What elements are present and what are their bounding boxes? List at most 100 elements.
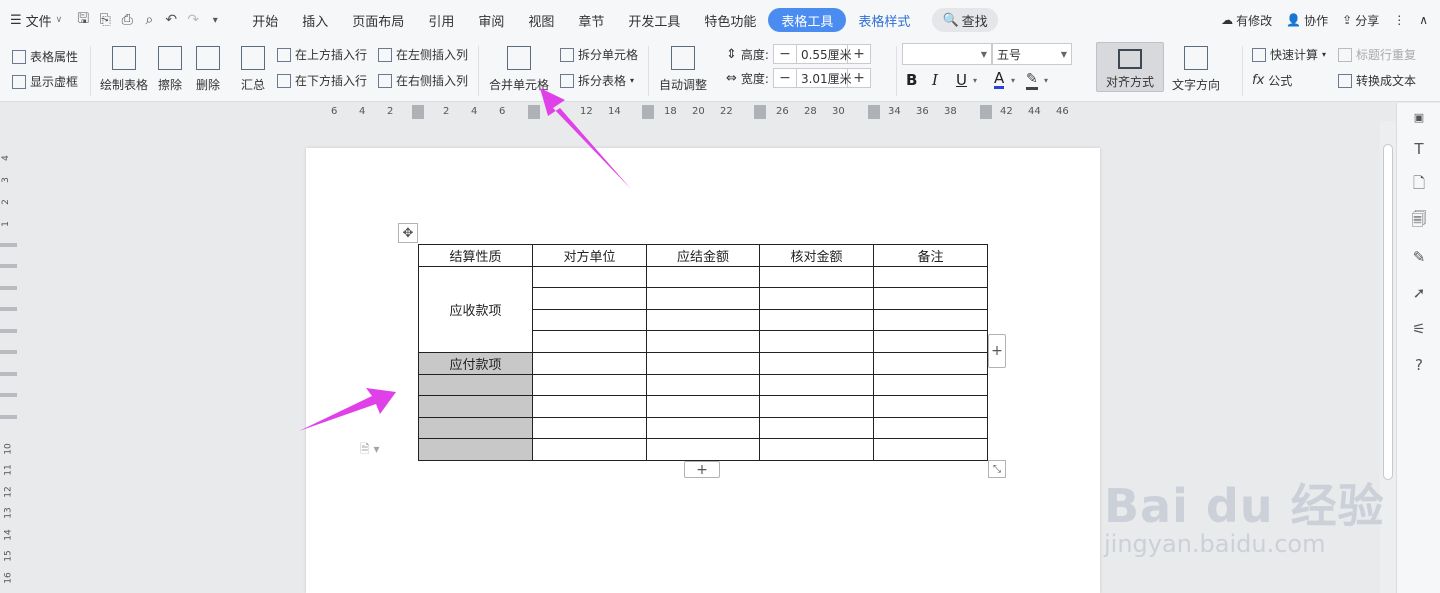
table-cell[interactable] <box>873 330 988 353</box>
header-cell[interactable]: 备注 <box>873 244 988 267</box>
settlement-table[interactable]: 结算性质 对方单位 应结金额 核对金额 备注 应收款项 应付款项 <box>418 244 988 461</box>
selected-cell[interactable] <box>418 373 533 397</box>
tab-references[interactable]: 引用 <box>416 8 466 32</box>
print-icon[interactable]: ⎙ <box>116 9 138 31</box>
ruler-column-marker[interactable] <box>868 105 880 119</box>
search-button[interactable]: 🔍 查找 <box>932 8 998 32</box>
table-cell[interactable] <box>759 395 874 418</box>
print-preview-icon[interactable]: ⌕ <box>138 9 160 31</box>
table-cell[interactable] <box>873 373 988 397</box>
table-cell[interactable] <box>532 373 647 397</box>
width-decrease-button[interactable]: − <box>774 70 796 86</box>
table-cell[interactable] <box>873 395 988 418</box>
italic-button[interactable]: I <box>932 71 938 89</box>
font-size-select[interactable]: 五号 ▼ <box>992 43 1072 65</box>
table-cell[interactable] <box>873 265 988 289</box>
split-table-button[interactable]: 拆分表格 ▾ <box>560 72 634 89</box>
font-color-dropdown-icon[interactable]: ▾ <box>1011 76 1015 85</box>
underline-button[interactable]: U <box>956 71 967 89</box>
panel-toggle-icon[interactable]: ▣ <box>1409 107 1429 127</box>
table-cell[interactable] <box>759 373 874 397</box>
erase-button[interactable]: 擦除 <box>158 44 182 93</box>
header-cell[interactable]: 对方单位 <box>532 244 647 267</box>
vertical-scrollbar-thumb[interactable] <box>1383 144 1393 480</box>
insert-col-right-button[interactable]: 在右侧插入列 <box>378 72 468 89</box>
table-cell[interactable] <box>646 438 760 461</box>
table-cell[interactable] <box>646 351 760 375</box>
draw-table-button[interactable]: 绘制表格 <box>100 44 148 93</box>
quick-access-dropdown-icon[interactable]: ▾ <box>204 9 226 31</box>
header-cell[interactable]: 应结金额 <box>646 244 760 267</box>
ruler-column-marker[interactable] <box>528 105 540 119</box>
table-cell[interactable] <box>532 351 647 375</box>
settings-sliders-icon[interactable]: ⚟ <box>1409 319 1429 339</box>
table-cell[interactable] <box>759 351 874 375</box>
document-settings-icon[interactable]: 🗐 <box>1409 210 1429 231</box>
table-cell[interactable] <box>532 265 647 289</box>
table-cell[interactable] <box>532 287 647 310</box>
split-cells-button[interactable]: 拆分单元格 <box>560 46 638 63</box>
quick-calc-button[interactable]: 快速计算 ▾ <box>1252 46 1326 63</box>
table-cell[interactable] <box>532 395 647 418</box>
table-cell[interactable] <box>646 373 760 397</box>
show-grid-button[interactable]: 显示虚框 <box>12 73 78 90</box>
table-cell[interactable] <box>646 287 760 310</box>
table-cell[interactable] <box>759 416 874 440</box>
table-move-handle-icon[interactable]: ✥ <box>398 223 418 243</box>
table-cell[interactable] <box>759 330 874 353</box>
height-stepper[interactable]: − 0.55厘米 + <box>772 44 871 64</box>
formula-button[interactable]: fx 公式 <box>1252 72 1292 89</box>
delete-button[interactable]: 删除 <box>196 44 220 93</box>
help-icon[interactable]: ? <box>1409 355 1429 375</box>
align-button[interactable]: 对齐方式 <box>1096 42 1164 92</box>
table-cell[interactable] <box>532 438 647 461</box>
highlight-dropdown-icon[interactable]: ▾ <box>1044 76 1048 85</box>
height-decrease-button[interactable]: − <box>774 46 796 62</box>
bold-button[interactable]: B <box>906 71 917 89</box>
ruler-column-marker[interactable] <box>412 105 424 119</box>
table-cell[interactable] <box>646 265 760 289</box>
ruler-column-marker[interactable] <box>754 105 766 119</box>
cursor-icon[interactable]: ➚ <box>1409 283 1429 303</box>
auto-adjust-button[interactable]: 自动调整 <box>659 44 707 93</box>
table-cell[interactable] <box>646 330 760 353</box>
table-cell[interactable] <box>873 351 988 375</box>
table-cell[interactable] <box>873 438 988 461</box>
title-repeat-button[interactable]: 标题行重复 <box>1338 46 1416 63</box>
payable-selected-cell[interactable]: 应付款项 <box>418 351 533 375</box>
selected-cell[interactable] <box>418 438 533 461</box>
tab-home[interactable]: 开始 <box>240 8 290 32</box>
text-direction-button[interactable]: 文字方向 <box>1172 44 1220 93</box>
selected-cell[interactable] <box>418 416 533 440</box>
table-cell[interactable] <box>532 416 647 440</box>
height-value[interactable]: 0.55厘米 <box>795 45 852 63</box>
header-cell[interactable]: 结算性质 <box>418 244 533 267</box>
insert-col-left-button[interactable]: 在左侧插入列 <box>378 46 468 63</box>
more-menu-icon[interactable]: ⋮ <box>1393 13 1405 27</box>
underline-dropdown-icon[interactable]: ▾ <box>973 76 977 85</box>
undo-icon[interactable]: ↶ <box>160 9 182 31</box>
document-icon[interactable]: 🗋 <box>1409 174 1429 195</box>
font-color-button[interactable]: A <box>994 70 1005 89</box>
tab-page-layout[interactable]: 页面布局 <box>340 8 416 32</box>
ruler-column-marker[interactable] <box>980 105 992 119</box>
font-name-select[interactable]: ▼ <box>902 43 992 65</box>
table-cell[interactable] <box>759 287 874 310</box>
tab-developer[interactable]: 开发工具 <box>616 8 692 32</box>
save-icon[interactable]: 🖫 <box>72 9 94 31</box>
width-increase-button[interactable]: + <box>848 70 870 86</box>
table-cell[interactable] <box>646 308 760 332</box>
highlight-icon[interactable]: ✎ <box>1026 71 1038 90</box>
table-cell[interactable] <box>532 330 647 353</box>
table-cell[interactable] <box>646 416 760 440</box>
table-cell[interactable] <box>759 265 874 289</box>
modified-status[interactable]: ☁ 有修改 <box>1221 12 1272 29</box>
tab-table-style[interactable]: 表格样式 <box>846 8 922 32</box>
ruler-column-marker[interactable] <box>642 105 654 119</box>
collapse-ribbon-icon[interactable]: ∧ <box>1419 13 1428 27</box>
redo-icon[interactable]: ↷ <box>182 9 204 31</box>
height-increase-button[interactable]: + <box>848 46 870 62</box>
tab-table-tools[interactable]: 表格工具 <box>768 8 847 32</box>
table-cell[interactable] <box>759 438 874 461</box>
table-cell[interactable] <box>759 308 874 332</box>
